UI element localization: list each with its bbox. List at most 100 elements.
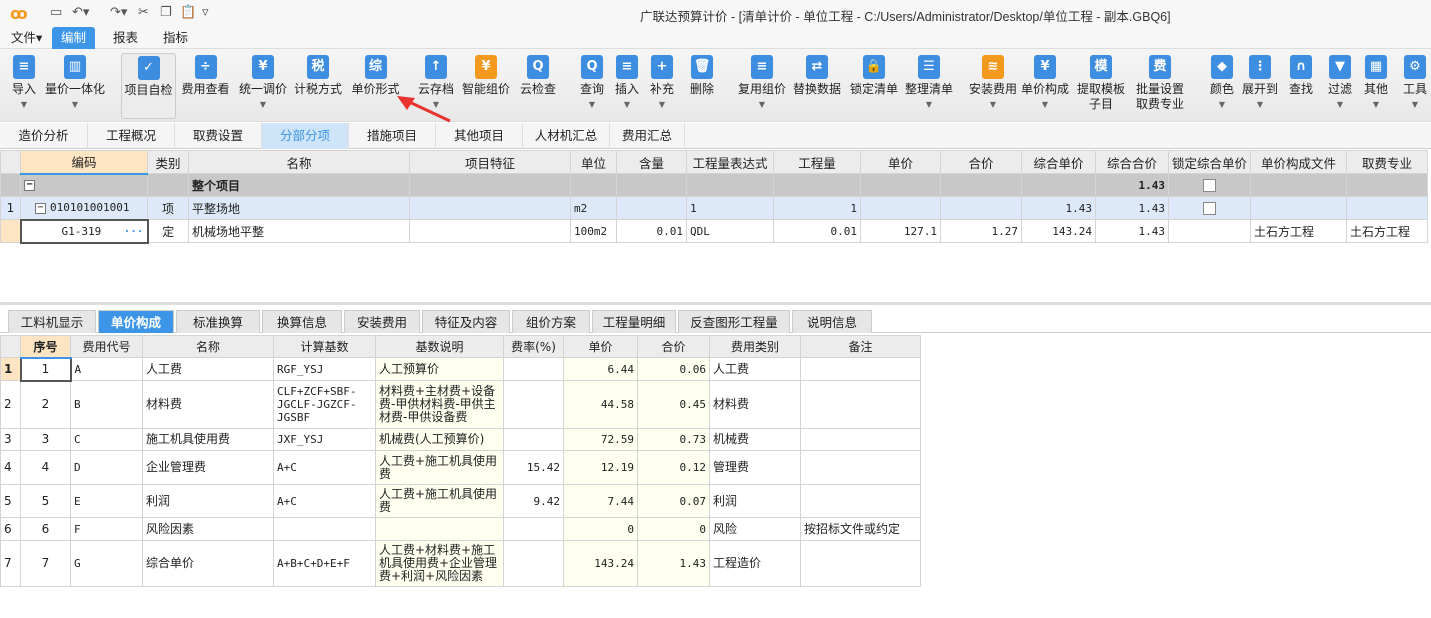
table-cell[interactable]: 7.44	[563, 484, 638, 518]
save-icon[interactable]: ▭	[50, 5, 62, 20]
menu-0[interactable]: 文件▾	[2, 27, 51, 49]
grid-cell[interactable]	[1250, 173, 1348, 197]
grid-cell[interactable]	[860, 173, 941, 197]
column-header[interactable]: 备注	[800, 335, 921, 358]
table-cell[interactable]: 材料费	[142, 380, 274, 429]
column-header[interactable]: 编码	[20, 150, 148, 175]
table-cell[interactable]	[503, 357, 564, 381]
grid-cell[interactable]: 项	[147, 196, 189, 220]
table-cell[interactable]	[800, 357, 921, 381]
column-header[interactable]: 单价构成文件	[1250, 150, 1348, 174]
redo-icon[interactable]: ↷▾	[110, 5, 127, 20]
table-cell[interactable]: 9.42	[503, 484, 564, 518]
column-header[interactable]: 计算基数	[273, 335, 376, 358]
table-cell[interactable]: D	[70, 450, 143, 485]
grid-cell[interactable]	[147, 173, 189, 197]
menu-1[interactable]: 编制	[52, 27, 96, 49]
detail-tab-9[interactable]: 说明信息	[792, 310, 872, 333]
table-cell[interactable]: 风险	[709, 517, 801, 541]
tab-6[interactable]: 人材机汇总	[523, 123, 610, 149]
table-cell[interactable]: 6	[0, 517, 21, 541]
grid-cell[interactable]	[1167, 173, 1252, 197]
menu-3[interactable]: 指标	[154, 27, 197, 49]
table-cell[interactable]: 人工费+材料费+施工机具使用费+企业管理费+利润+风险因素	[375, 540, 504, 587]
column-header[interactable]: 名称	[188, 150, 410, 174]
table-cell[interactable]: 7	[0, 540, 21, 587]
tab-5[interactable]: 其他项目	[436, 123, 523, 149]
table-cell[interactable]: 人工费	[142, 357, 274, 381]
grid-cell[interactable]	[1250, 196, 1348, 220]
table-cell[interactable]: 1.43	[637, 540, 710, 587]
grid-cell[interactable]: 1.43	[1095, 173, 1169, 197]
tab-1[interactable]: 工程概况	[88, 123, 175, 149]
tab-2[interactable]: 取费设置	[175, 123, 262, 149]
table-cell[interactable]: 材料费	[709, 380, 801, 429]
grid-cell[interactable]: 1.43	[1095, 196, 1169, 220]
grid-cell[interactable]	[940, 196, 1022, 220]
table-cell[interactable]: 143.24	[563, 540, 638, 587]
table-cell[interactable]	[800, 428, 921, 451]
table-cell[interactable]: 1	[0, 357, 21, 381]
table-cell[interactable]: 5	[0, 484, 21, 518]
table-cell[interactable]: 3	[0, 428, 21, 451]
table-cell[interactable]	[800, 450, 921, 485]
column-header[interactable]: 费用代号	[70, 335, 143, 358]
column-header[interactable]: 工程量表达式	[686, 150, 774, 174]
table-cell[interactable]: 机械费	[709, 428, 801, 451]
grid-cell[interactable]: 整个项目	[188, 173, 410, 197]
grid-cell[interactable]	[409, 196, 571, 220]
toolbar-button-17[interactable]: ☰ 整理清单 ▼	[902, 53, 956, 119]
grid-cell[interactable]	[409, 219, 571, 243]
table-cell[interactable]: 6	[20, 517, 71, 541]
grid-cell[interactable]: 1	[773, 196, 861, 220]
table-row[interactable]: 6 6 F 风险因素 0 0 风险 按招标文件或约定	[0, 517, 921, 541]
detail-tab-7[interactable]: 工程量明细	[592, 310, 676, 333]
grid-cell[interactable]	[940, 173, 1022, 197]
copy-icon[interactable]: ❐	[160, 5, 172, 20]
toolbar-button-15[interactable]: ⇄ 替换数据	[790, 53, 844, 119]
table-cell[interactable]: 按招标文件或约定	[800, 517, 921, 541]
table-cell[interactable]: 6.44	[563, 357, 638, 381]
table-cell[interactable]: 工程造价	[709, 540, 801, 587]
grid-cell[interactable]	[860, 196, 941, 220]
toolbar-button-9[interactable]: Q 云检查	[516, 53, 560, 119]
toolbar-button-0[interactable]: ≡ 导入 ▼	[4, 53, 44, 119]
tab-3[interactable]: 分部分项	[262, 123, 349, 149]
column-header[interactable]: 费用类别	[709, 335, 801, 358]
detail-tab-0[interactable]: 工料机显示	[8, 310, 96, 333]
table-cell[interactable]	[800, 380, 921, 429]
table-cell[interactable]: 4	[0, 450, 21, 485]
cut-icon[interactable]: ✂	[138, 5, 149, 20]
grid-cell[interactable]: 100m2	[570, 219, 617, 243]
toolbar-button-8[interactable]: ¥ 智能组价	[458, 53, 514, 119]
column-header[interactable]: 锁定综合单价	[1167, 150, 1252, 174]
table-cell[interactable]: 72.59	[563, 428, 638, 451]
table-cell[interactable]: 利润	[142, 484, 274, 518]
detail-tab-1[interactable]: 单价构成	[98, 310, 174, 333]
table-row[interactable]: 7 7 G 综合单价 A+B+C+D+E+F 人工费+材料费+施工机具使用费+企业管理费+…	[0, 540, 921, 587]
detail-tab-2[interactable]: 标准换算	[176, 310, 260, 333]
toolbar-button-5[interactable]: 税计税方式	[290, 53, 346, 119]
table-cell[interactable]	[375, 517, 504, 541]
grid-cell[interactable]: 定	[147, 219, 189, 243]
grid-cell[interactable]: 平整场地	[188, 196, 410, 220]
detail-tab-5[interactable]: 特征及内容	[422, 310, 510, 333]
column-header[interactable]: 类别	[147, 150, 189, 174]
grid-cell[interactable]	[616, 196, 687, 220]
table-cell[interactable]: G	[70, 540, 143, 587]
column-header[interactable]: 工程量	[773, 150, 861, 174]
table-cell[interactable]: 利润	[709, 484, 801, 518]
table-cell[interactable]	[800, 540, 921, 587]
table-cell[interactable]: 风险因素	[142, 517, 274, 541]
column-header[interactable]: 含量	[616, 150, 687, 174]
toolbar-button-2[interactable]: ✓ 项目自检	[121, 53, 176, 119]
collapse-icon[interactable]: −	[24, 180, 35, 192]
grid-cell[interactable]: 1	[686, 196, 774, 220]
table-row[interactable]: − 整个项目 1.43	[0, 173, 1429, 197]
column-header[interactable]: 综合合价	[1095, 150, 1169, 174]
grid-cell[interactable]: 土石方工程	[1346, 219, 1429, 243]
toolbar-button-12[interactable]: + 补充 ▼	[646, 53, 678, 119]
grid-cell[interactable]	[409, 173, 571, 197]
table-cell[interactable]: 企业管理费	[142, 450, 274, 485]
toolbar-button-18[interactable]: ≋ 安装费用 ▼	[966, 53, 1020, 119]
